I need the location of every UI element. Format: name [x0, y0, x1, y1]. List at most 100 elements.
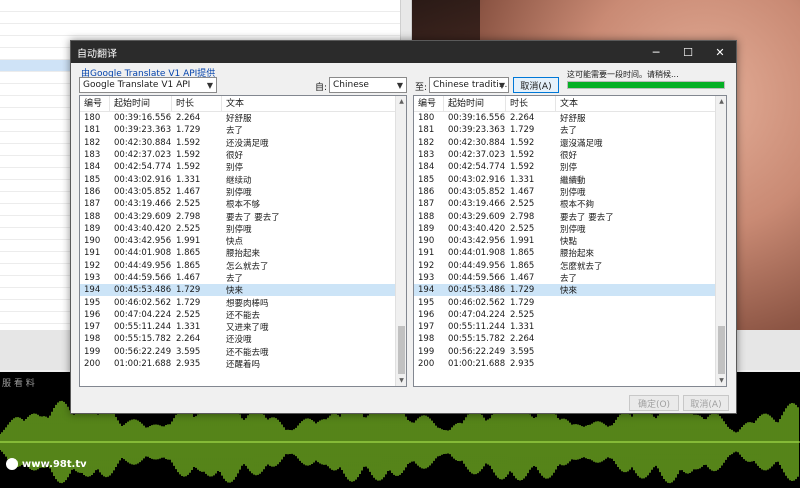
- table-row[interactable]: 188 00:43:29.609 2.798 要去了 要去了: [414, 210, 726, 223]
- table-row[interactable]: 195 00:46:02.562 1.729: [414, 296, 726, 308]
- cancel-translate-button[interactable]: 取消(A): [513, 77, 559, 93]
- column-header-duration[interactable]: 时长: [506, 96, 556, 112]
- table-row[interactable]: 200 01:00:21.688 2.935: [414, 358, 726, 370]
- target-grid-header: 编号 起始时间 时长 文本: [414, 96, 726, 112]
- table-row[interactable]: 199 00:56:22.249 3.595: [414, 346, 726, 358]
- maximize-icon[interactable]: ☐: [672, 41, 704, 63]
- to-language-select[interactable]: Chinese traditi... ▼: [429, 77, 509, 93]
- table-row[interactable]: 192 00:44:49.956 1.865 怎麼就去了: [414, 260, 726, 272]
- table-row[interactable]: 183 00:42:37.023 1.592 很好: [414, 149, 726, 161]
- table-row[interactable]: 181 00:39:23.363 1.729 去了: [80, 124, 406, 136]
- row-duration: 1.592: [176, 137, 201, 148]
- table-row[interactable]: 192 00:44:49.956 1.865 怎么就去了: [80, 260, 406, 272]
- background-list-row[interactable]: [0, 12, 400, 24]
- table-row[interactable]: 187 00:43:19.466 2.525 根本不夠: [414, 198, 726, 210]
- dialog-titlebar[interactable]: 自动翻译 ─ ☐ ✕: [71, 41, 736, 63]
- table-row[interactable]: 185 00:43:02.916 1.331 繼續動: [414, 173, 726, 186]
- row-number: 185: [418, 174, 435, 185]
- table-row[interactable]: 190 00:43:42.956 1.991 快点: [80, 235, 406, 247]
- row-text: 很好: [560, 151, 578, 162]
- table-row[interactable]: 196 00:47:04.224 2.525: [414, 309, 726, 321]
- table-row[interactable]: 182 00:42:30.884 1.592 還沒滿足哦: [414, 137, 726, 149]
- row-duration: 1.331: [510, 322, 535, 333]
- table-row[interactable]: 191 00:44:01.908 1.865 腰抬起來: [414, 247, 726, 259]
- source-subtitle-grid[interactable]: 编号 起始时间 时长 文本 180 00:39:16.556 2.264 好舒服 181…: [79, 95, 407, 387]
- column-header-start[interactable]: 起始时间: [444, 96, 506, 112]
- api-select[interactable]: Google Translate V1 API ▼: [79, 77, 217, 93]
- from-language-select[interactable]: Chinese ▼: [329, 77, 407, 93]
- column-header-start[interactable]: 起始时间: [110, 96, 172, 112]
- minimize-icon[interactable]: ─: [640, 41, 672, 63]
- close-icon[interactable]: ✕: [704, 41, 736, 63]
- row-duration: 1.865: [510, 248, 535, 259]
- column-header-text[interactable]: 文本: [222, 96, 406, 112]
- row-text: 別停: [560, 163, 578, 174]
- table-row[interactable]: 181 00:39:23.363 1.729 去了: [414, 124, 726, 136]
- table-row[interactable]: 190 00:43:42.956 1.991 快點: [414, 235, 726, 247]
- table-row[interactable]: 183 00:42:37.023 1.592 很好: [80, 149, 406, 161]
- scroll-thumb[interactable]: [718, 326, 725, 374]
- table-row[interactable]: 199 00:56:22.249 3.595 还不能去哦: [80, 346, 406, 358]
- table-row[interactable]: 184 00:42:54.774 1.592 別停: [414, 161, 726, 173]
- row-number: 182: [84, 137, 101, 148]
- row-start-time: 01:00:21.688: [114, 359, 172, 370]
- row-duration: 1.592: [510, 162, 535, 173]
- row-number: 200: [84, 359, 101, 370]
- table-row[interactable]: 189 00:43:40.420 2.525 别停哦: [80, 223, 406, 235]
- cancel-button[interactable]: 取消(A): [683, 395, 729, 411]
- row-text: 快点: [226, 237, 244, 248]
- table-row[interactable]: 186 00:43:05.852 1.467 别停哦: [80, 186, 406, 198]
- table-row[interactable]: 198 00:55:15.782 2.264 还没哦: [80, 333, 406, 345]
- table-row[interactable]: 194 00:45:53.486 1.729 快来: [80, 284, 406, 297]
- scroll-down-icon[interactable]: ▼: [716, 375, 726, 386]
- row-start-time: 00:47:04.224: [114, 309, 172, 320]
- row-start-time: 00:43:42.956: [448, 236, 506, 247]
- table-row[interactable]: 197 00:55:11.244 1.331: [414, 321, 726, 333]
- table-row[interactable]: 193 00:44:59.566 1.467 去了: [80, 272, 406, 284]
- table-row[interactable]: 200 01:00:21.688 2.935 还醒着吗: [80, 358, 406, 370]
- row-start-time: 00:44:49.956: [114, 260, 172, 271]
- ok-button[interactable]: 确定(O): [629, 395, 679, 411]
- scroll-down-icon[interactable]: ▼: [396, 375, 406, 386]
- table-row[interactable]: 189 00:43:40.420 2.525 別停哦: [414, 223, 726, 235]
- table-row[interactable]: 185 00:43:02.916 1.331 继续动: [80, 173, 406, 186]
- row-text: 怎麼就去了: [560, 261, 603, 272]
- table-row[interactable]: 182 00:42:30.884 1.592 还没满足哦: [80, 137, 406, 149]
- table-row[interactable]: 180 00:39:16.556 2.264 好舒服: [80, 112, 406, 124]
- table-row[interactable]: 184 00:42:54.774 1.592 别停: [80, 161, 406, 173]
- table-row[interactable]: 188 00:43:29.609 2.798 要去了 要去了: [80, 210, 406, 223]
- row-number: 180: [418, 113, 435, 124]
- background-list-row[interactable]: [0, 24, 400, 36]
- row-text: 要去了 要去了: [560, 212, 614, 223]
- table-row[interactable]: 193 00:44:59.566 1.467 去了: [414, 272, 726, 284]
- row-text: 别停哦: [226, 224, 252, 235]
- table-row[interactable]: 186 00:43:05.852 1.467 別停哦: [414, 186, 726, 198]
- target-scrollbar[interactable]: ▲ ▼: [715, 96, 726, 386]
- table-row[interactable]: 191 00:44:01.908 1.865 腰抬起来: [80, 247, 406, 259]
- background-list-row[interactable]: [0, 0, 400, 12]
- column-header-duration[interactable]: 时长: [172, 96, 222, 112]
- scroll-up-icon[interactable]: ▲: [396, 96, 406, 107]
- row-start-time: 00:43:02.916: [114, 174, 172, 185]
- scroll-up-icon[interactable]: ▲: [716, 96, 726, 107]
- table-row[interactable]: 194 00:45:53.486 1.729 快來: [414, 284, 726, 297]
- table-row[interactable]: 187 00:43:19.466 2.525 根本不够: [80, 198, 406, 210]
- source-scrollbar[interactable]: ▲ ▼: [395, 96, 406, 386]
- row-start-time: 00:56:22.249: [448, 346, 506, 357]
- table-row[interactable]: 180 00:39:16.556 2.264 好舒服: [414, 112, 726, 124]
- scroll-thumb[interactable]: [398, 326, 405, 374]
- row-duration: 1.331: [176, 322, 201, 333]
- target-subtitle-grid[interactable]: 编号 起始时间 时长 文本 180 00:39:16.556 2.264 好舒服 181…: [413, 95, 727, 387]
- table-row[interactable]: 196 00:47:04.224 2.525 还不能去: [80, 309, 406, 321]
- column-header-text[interactable]: 文本: [556, 96, 726, 112]
- row-text: 快來: [560, 286, 578, 297]
- column-header-number[interactable]: 编号: [80, 96, 110, 112]
- row-number: 196: [418, 309, 435, 320]
- table-row[interactable]: 197 00:55:11.244 1.331 又进来了哦: [80, 321, 406, 333]
- table-row[interactable]: 198 00:55:15.782 2.264: [414, 333, 726, 345]
- row-duration: 1.467: [176, 186, 201, 197]
- row-duration: 1.729: [176, 297, 201, 308]
- column-header-number[interactable]: 编号: [414, 96, 444, 112]
- table-row[interactable]: 195 00:46:02.562 1.729 想要肉棒吗: [80, 296, 406, 309]
- row-duration: 3.595: [510, 346, 535, 357]
